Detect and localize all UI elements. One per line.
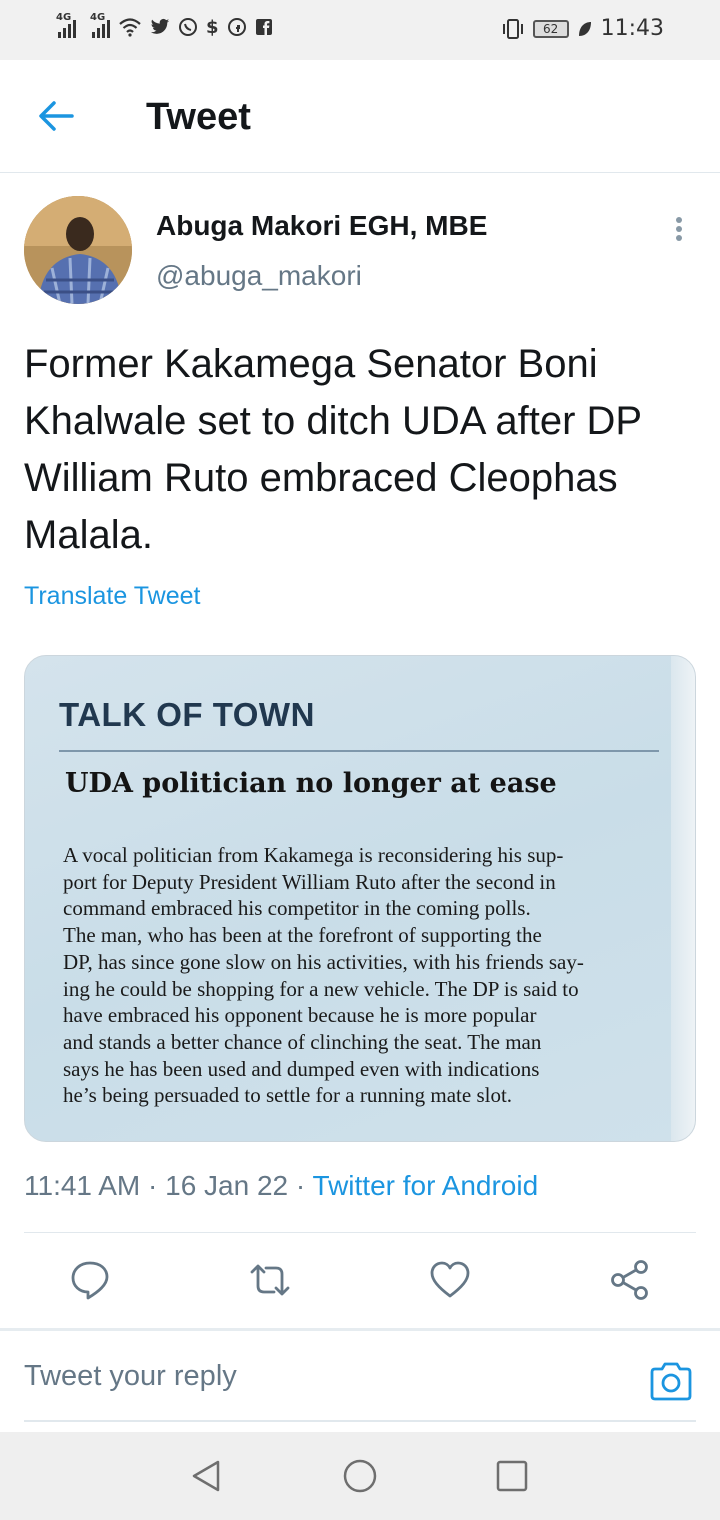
twitter-bird-icon: [150, 18, 170, 34]
newspaper-body-line: The man, who has been at the forefront o…: [63, 923, 542, 948]
newspaper-body-line: says he has been used and dumped even wi…: [63, 1056, 540, 1081]
newspaper-body-line: and stands a better chance of clinching …: [63, 1029, 542, 1054]
status-bar: 4G 4G $ 62 11:43: [0, 0, 720, 60]
network-type-label: 4G: [56, 12, 72, 23]
nav-back-icon[interactable]: [186, 1456, 226, 1496]
newspaper-body-line: command embraced his competitor in the c…: [63, 896, 531, 921]
tweet-text: Former Kakamega Senator Boni Khalwale se…: [24, 342, 642, 557]
nav-recents-icon[interactable]: [492, 1456, 532, 1496]
retweet-icon[interactable]: [248, 1258, 292, 1302]
translate-tweet-link[interactable]: Translate Tweet: [24, 582, 200, 611]
newspaper-body-line: DP, has since gone slow on his activitie…: [63, 949, 584, 974]
facebook-messenger-icon: [227, 18, 246, 36]
signal-icon: 4G: [56, 12, 76, 38]
reply-input[interactable]: Tweet your reply: [24, 1360, 237, 1393]
newspaper-body-line: he’s being persuaded to settle for a run…: [63, 1083, 513, 1108]
newspaper-body-line: have embraced his opponent because he is…: [63, 1003, 537, 1028]
back-arrow-icon[interactable]: [34, 94, 78, 138]
leaf-icon: [578, 21, 591, 36]
system-navigation-bar: [0, 1432, 720, 1520]
network-type-label: 4G: [90, 12, 106, 23]
avatar[interactable]: [24, 196, 132, 304]
author-name[interactable]: Abuga Makori EGH, MBE: [156, 210, 487, 242]
status-icons-right: 62 11:43: [501, 16, 664, 41]
newspaper-body-line: A vocal politician from Kakamega is reco…: [63, 843, 564, 867]
divider: [24, 1232, 696, 1233]
divider: [24, 1420, 696, 1422]
tweet-source-link[interactable]: Twitter for Android: [313, 1170, 539, 1201]
page-title: Tweet: [146, 96, 251, 138]
tweet-time: 11:41 AM: [24, 1170, 141, 1201]
top-app-bar: Tweet: [0, 60, 720, 173]
meta-separator: ·: [140, 1170, 166, 1201]
share-icon[interactable]: [608, 1258, 652, 1302]
newspaper-body-line: ing he could be shopping for a new vehic…: [63, 976, 579, 1001]
divider: [0, 1328, 720, 1331]
signal-icon: 4G: [90, 12, 110, 38]
paper-edge: [671, 656, 695, 1141]
vibrate-icon: [502, 18, 523, 39]
author-handle[interactable]: @abuga_makori: [156, 260, 362, 292]
tweet-date: 16 Jan 22: [165, 1170, 289, 1201]
more-options-icon[interactable]: [664, 212, 694, 248]
camera-icon[interactable]: [648, 1358, 694, 1404]
newspaper-headline: UDA politician no longer at ease: [65, 768, 557, 799]
newspaper-body-line: port for Deputy President William Ruto a…: [63, 869, 556, 894]
avatar-photo: [24, 196, 132, 304]
heart-icon[interactable]: [428, 1258, 472, 1302]
reply-icon[interactable]: [68, 1258, 112, 1302]
newspaper-rule: [59, 750, 659, 752]
whatsapp-icon: [179, 18, 197, 36]
battery-icon: 62: [532, 19, 569, 38]
facebook-icon: [255, 19, 272, 36]
battery-level: 62: [542, 21, 559, 36]
tweet-media-image[interactable]: TALK OF TOWN UDA politician no longer at…: [24, 655, 696, 1142]
wifi-icon: [119, 18, 141, 37]
tweet-meta: 11:41 AM · 16 Jan 22 · Twitter for Andro…: [24, 1170, 538, 1202]
nav-home-icon[interactable]: [340, 1456, 380, 1496]
status-time: 11:43: [600, 16, 664, 41]
newspaper-body: A vocal politician from Kakamega is reco…: [63, 842, 653, 1109]
meta-separator: ·: [288, 1170, 313, 1201]
newspaper-kicker: TALK OF TOWN: [59, 696, 315, 733]
money-icon: $: [206, 16, 219, 38]
status-icons-left: 4G 4G $: [56, 12, 273, 38]
